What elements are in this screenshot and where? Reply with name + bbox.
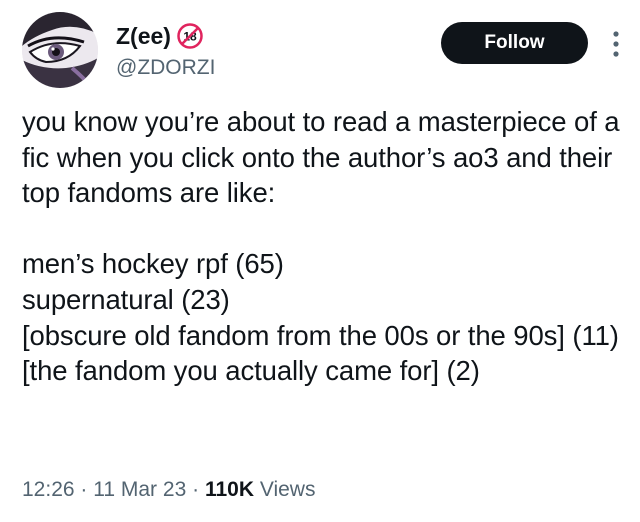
author-handle[interactable]: @ZDORZI — [116, 56, 215, 80]
tweet-list-text: men’s hockey rpf (65) supernatural (23) … — [22, 248, 619, 387]
tweet-card: Z(ee) 18 @ZDORZI Follow you know you’re … — [0, 0, 640, 522]
age-18-badge-icon: 18 — [177, 23, 203, 49]
tweet-time[interactable]: 12:26 — [22, 478, 75, 501]
avatar[interactable] — [22, 12, 98, 88]
more-vertical-icon[interactable] — [610, 28, 622, 60]
tweet-meta: 12:26 · 11 Mar 23 · 110K Views — [22, 476, 315, 504]
tweet-date[interactable]: 11 Mar 23 — [93, 478, 186, 501]
views-label: Views — [259, 478, 316, 501]
tweet-body: you know you’re about to read a masterpi… — [22, 104, 634, 389]
meta-separator: · — [80, 478, 88, 501]
author-name-row: Z(ee) 18 — [116, 22, 203, 50]
tweet-intro-text: you know you’re about to read a masterpi… — [22, 106, 620, 209]
avatar-image — [22, 12, 98, 88]
follow-button[interactable]: Follow — [441, 22, 588, 64]
author-display-name[interactable]: Z(ee) — [116, 22, 171, 50]
meta-separator-2: · — [192, 478, 200, 501]
views-count: 110K — [204, 478, 254, 501]
